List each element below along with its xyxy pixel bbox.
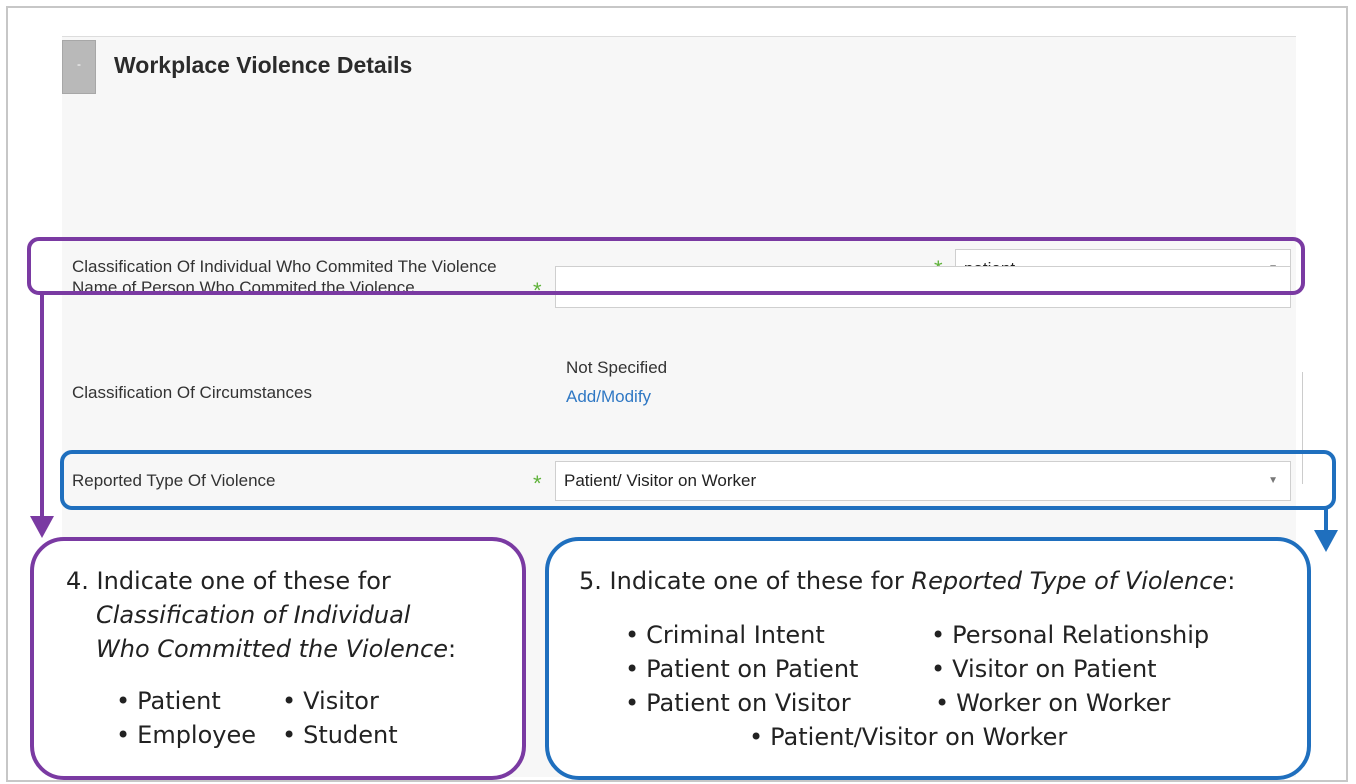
callout4-option: Employee [116,721,256,749]
purple-arrow-line [40,292,44,520]
callout5-option: Worker on Worker [935,689,1170,717]
callout4-line3: Who Committed the Violence: [96,635,457,663]
purple-arrow-head [30,516,54,538]
callout4-line1: 4. Indicate one of these for [66,567,391,595]
panel-divider [62,36,1296,37]
callout-individual-instructions: 4. Indicate one of these for Classificat… [30,537,526,780]
classification-circumstances-label: Classification Of Circumstances [72,383,312,402]
add-modify-link[interactable]: Add/Modify [566,387,651,407]
highlight-reported-type [60,450,1336,510]
circumstances-value: Not Specified [566,358,668,377]
callout4-line2: Classification of Individual [96,601,411,629]
callout4-option: Student [282,721,397,749]
callout5-option: Visitor on Patient [931,655,1156,683]
callout4-option: Visitor [282,687,379,715]
blue-arrow-head [1314,530,1338,552]
highlight-classification-individual [27,237,1305,295]
section-title: Workplace Violence Details [114,52,413,78]
collapse-icon[interactable]: - [62,40,96,94]
callout5-heading: 5. Indicate one of these for Reported Ty… [579,567,1236,595]
callout-reported-type-instructions: 5. Indicate one of these for Reported Ty… [545,537,1311,780]
callout5-option: Patient on Visitor [625,689,850,717]
blue-arrow-line [1324,508,1328,532]
callout5-option: Patient on Patient [625,655,858,683]
callout4-option: Patient [116,687,221,715]
callout5-option: Personal Relationship [931,621,1209,649]
callout5-option: Patient/Visitor on Worker [749,723,1067,751]
callout5-option: Criminal Intent [625,621,825,649]
